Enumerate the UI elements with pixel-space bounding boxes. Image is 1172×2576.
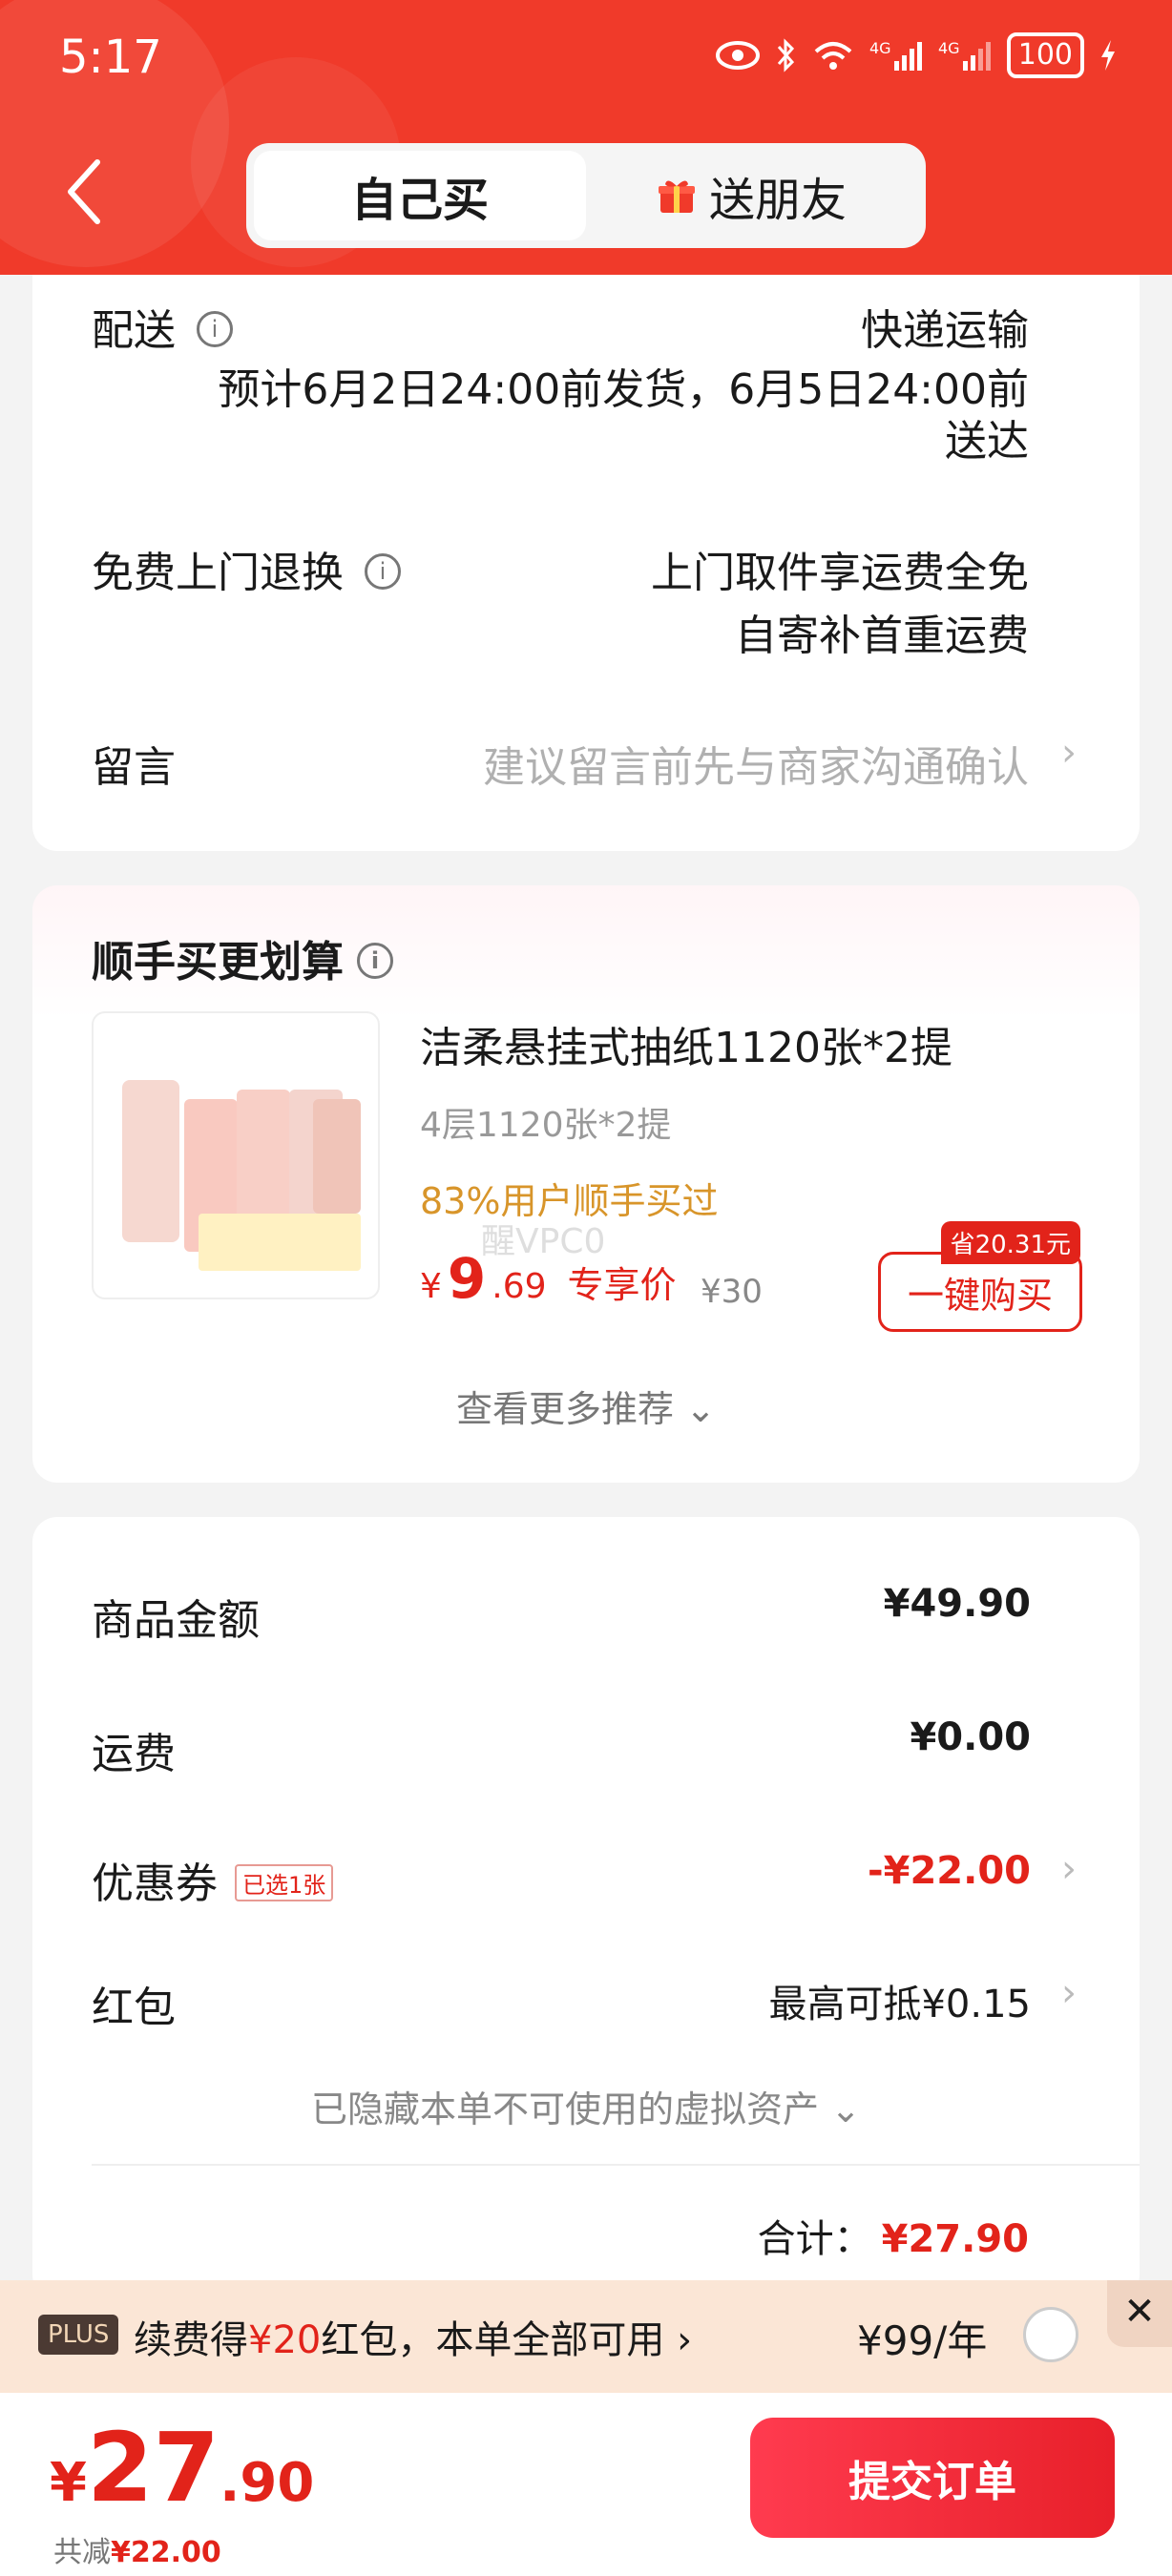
recommend-title-row: 顺手买更划算 i [92, 927, 393, 988]
tab-send-to-friend[interactable]: 送朋友 [586, 151, 918, 240]
status-time: 5:17 [59, 31, 162, 84]
info-icon[interactable]: i [197, 311, 233, 347]
delivery-label-row: 配送 i [92, 296, 233, 357]
total-value: ¥27.90 [881, 2217, 1029, 2261]
pay-currency: ¥ [50, 2452, 87, 2514]
signal-4g-icon: 4G [938, 39, 991, 71]
info-icon[interactable]: i [365, 553, 401, 590]
price-integer: 9 [447, 1246, 487, 1311]
tab-label: 送朋友 [708, 174, 847, 227]
price-tag: 专享价 [567, 1264, 677, 1306]
more-recommend-label: 查看更多推荐 [456, 1388, 675, 1430]
plus-promo-text[interactable]: 续费得¥20红包，本单全部可用 › [134, 2309, 692, 2364]
hidden-assets-label: 已隐藏本单不可使用的虚拟资产 [311, 2088, 820, 2130]
price-decimal: .69 [492, 1267, 547, 1306]
pay-integer: 27 [86, 2412, 220, 2524]
delivery-method: 快递运输 [861, 306, 1029, 355]
chevron-right-icon[interactable]: › [1061, 1847, 1077, 1891]
close-icon[interactable]: ✕ [1107, 2280, 1172, 2347]
gift-icon [658, 180, 695, 213]
shipping-label: 运费 [92, 1730, 176, 1778]
total-label: 合计： [757, 2217, 872, 2261]
plus-badge: PLUS [38, 2315, 119, 2355]
message-label: 留言 [92, 743, 176, 792]
purchase-mode-switch: 自己买 送朋友 [246, 143, 926, 248]
charging-icon [1101, 40, 1115, 71]
plus-text-post: 红包，本单全部可用 [321, 2318, 665, 2362]
coupon-value[interactable]: -¥22.00 [868, 1849, 1031, 1893]
coupon-label: 优惠券 [92, 1859, 218, 1908]
signal-4g-icon: 4G [869, 39, 922, 71]
more-recommend-button[interactable]: 查看更多推荐 ⌄ [32, 1380, 1140, 1432]
recommend-title: 顺手买更划算 [92, 938, 344, 987]
status-icons: 4G 4G 100 [715, 32, 1117, 78]
divider [92, 2164, 1140, 2166]
back-icon[interactable] [65, 158, 103, 225]
pay-amount: ¥ 27 .90 [50, 2412, 314, 2524]
total-saved: 共减¥22.00 [53, 2528, 221, 2570]
plus-select-radio[interactable] [1023, 2307, 1078, 2362]
redpacket-value[interactable]: 最高可抵¥0.15 [768, 1973, 1031, 2028]
chevron-right-icon: › [677, 2318, 693, 2362]
original-price: ¥30 [701, 1273, 763, 1311]
price-summary-card: 商品金额 ¥49.90 运费 ¥0.00 优惠券 已选1张 -¥22.00 › 红… [32, 1517, 1140, 2299]
product-name[interactable]: 洁柔悬挂式抽纸1120张*2提 [420, 1013, 952, 1074]
plus-price: ¥99/年 [857, 2317, 988, 2364]
battery-indicator: 100 [1006, 32, 1084, 78]
svg-text:4G: 4G [938, 39, 960, 57]
delivery-estimate: 预计6月2日24:00前发货，6月5日24:00前 [218, 365, 1029, 414]
message-input[interactable]: 建议留言前先与商家沟通确认 [483, 733, 1029, 794]
chevron-right-icon[interactable]: › [1061, 1971, 1077, 2015]
total-row: 合计： ¥27.90 [758, 2208, 1029, 2263]
plus-text-pre: 续费得 [134, 2318, 248, 2362]
submit-order-button[interactable]: 提交订单 [750, 2418, 1115, 2538]
product-spec: 4层1120张*2提 [420, 1106, 672, 1145]
shipping-value: ¥0.00 [910, 1715, 1031, 1759]
coupon-label-row[interactable]: 优惠券 已选1张 [92, 1849, 334, 1910]
coupon-selected-tag: 已选1张 [235, 1863, 334, 1901]
info-icon[interactable]: i [357, 943, 393, 979]
goods-amount-label: 商品金额 [92, 1596, 260, 1645]
price-currency: ¥ [420, 1267, 442, 1306]
tab-buy-for-self[interactable]: 自己买 [254, 151, 586, 240]
tab-label: 自己买 [350, 174, 489, 227]
status-bar: 5:17 4G 4G 100 [0, 0, 1172, 114]
returns-pickup: 上门取件享运费全免 [651, 549, 1029, 597]
save-badge: 省20.31元 [940, 1221, 1080, 1264]
plus-promo-bar[interactable]: PLUS 续费得¥20红包，本单全部可用 › ¥99/年 ✕ [0, 2280, 1172, 2393]
chevron-right-icon[interactable]: › [1061, 731, 1077, 775]
chevron-down-icon: ⌄ [830, 2088, 861, 2130]
wifi-icon [814, 42, 852, 70]
chevron-down-icon: ⌄ [685, 1388, 716, 1430]
eye-icon [715, 41, 760, 70]
svg-text:4G: 4G [869, 39, 891, 57]
bluetooth-icon [777, 38, 794, 73]
returns-label-row: 免费上门退换 i [92, 538, 401, 599]
delivery-label: 配送 [92, 306, 176, 355]
product-image[interactable] [92, 1011, 380, 1299]
hidden-assets-toggle[interactable]: 已隐藏本单不可使用的虚拟资产 ⌄ [32, 2080, 1140, 2132]
saved-value: ¥22.00 [111, 2536, 221, 2569]
header-bar: 5:17 4G 4G 100 自己买 送朋友 [0, 0, 1172, 275]
goods-amount-value: ¥49.90 [883, 1582, 1031, 1626]
order-info-card: 配送 i 快递运输 预计6月2日24:00前发货，6月5日24:00前 送达 免费… [32, 275, 1140, 851]
returns-label: 免费上门退换 [92, 549, 344, 597]
returns-self-send: 自寄补首重运费 [735, 612, 1029, 660]
plus-text-amount: ¥20 [248, 2318, 322, 2362]
pay-decimal: .90 [220, 2452, 315, 2514]
saved-label: 共减 [53, 2536, 111, 2569]
tissue-pack-image [122, 1080, 361, 1271]
recommend-card: 顺手买更划算 i 洁柔悬挂式抽纸1120张*2提 4层1120张*2提 83%用户… [32, 885, 1140, 1483]
product-price: ¥ 9 .69 专享价 [420, 1246, 677, 1311]
delivery-estimate-cont: 送达 [945, 417, 1029, 466]
redpacket-label: 红包 [92, 1984, 176, 2032]
checkout-bar: ¥ 27 .90 共减¥22.00 提交订单 [0, 2393, 1172, 2576]
